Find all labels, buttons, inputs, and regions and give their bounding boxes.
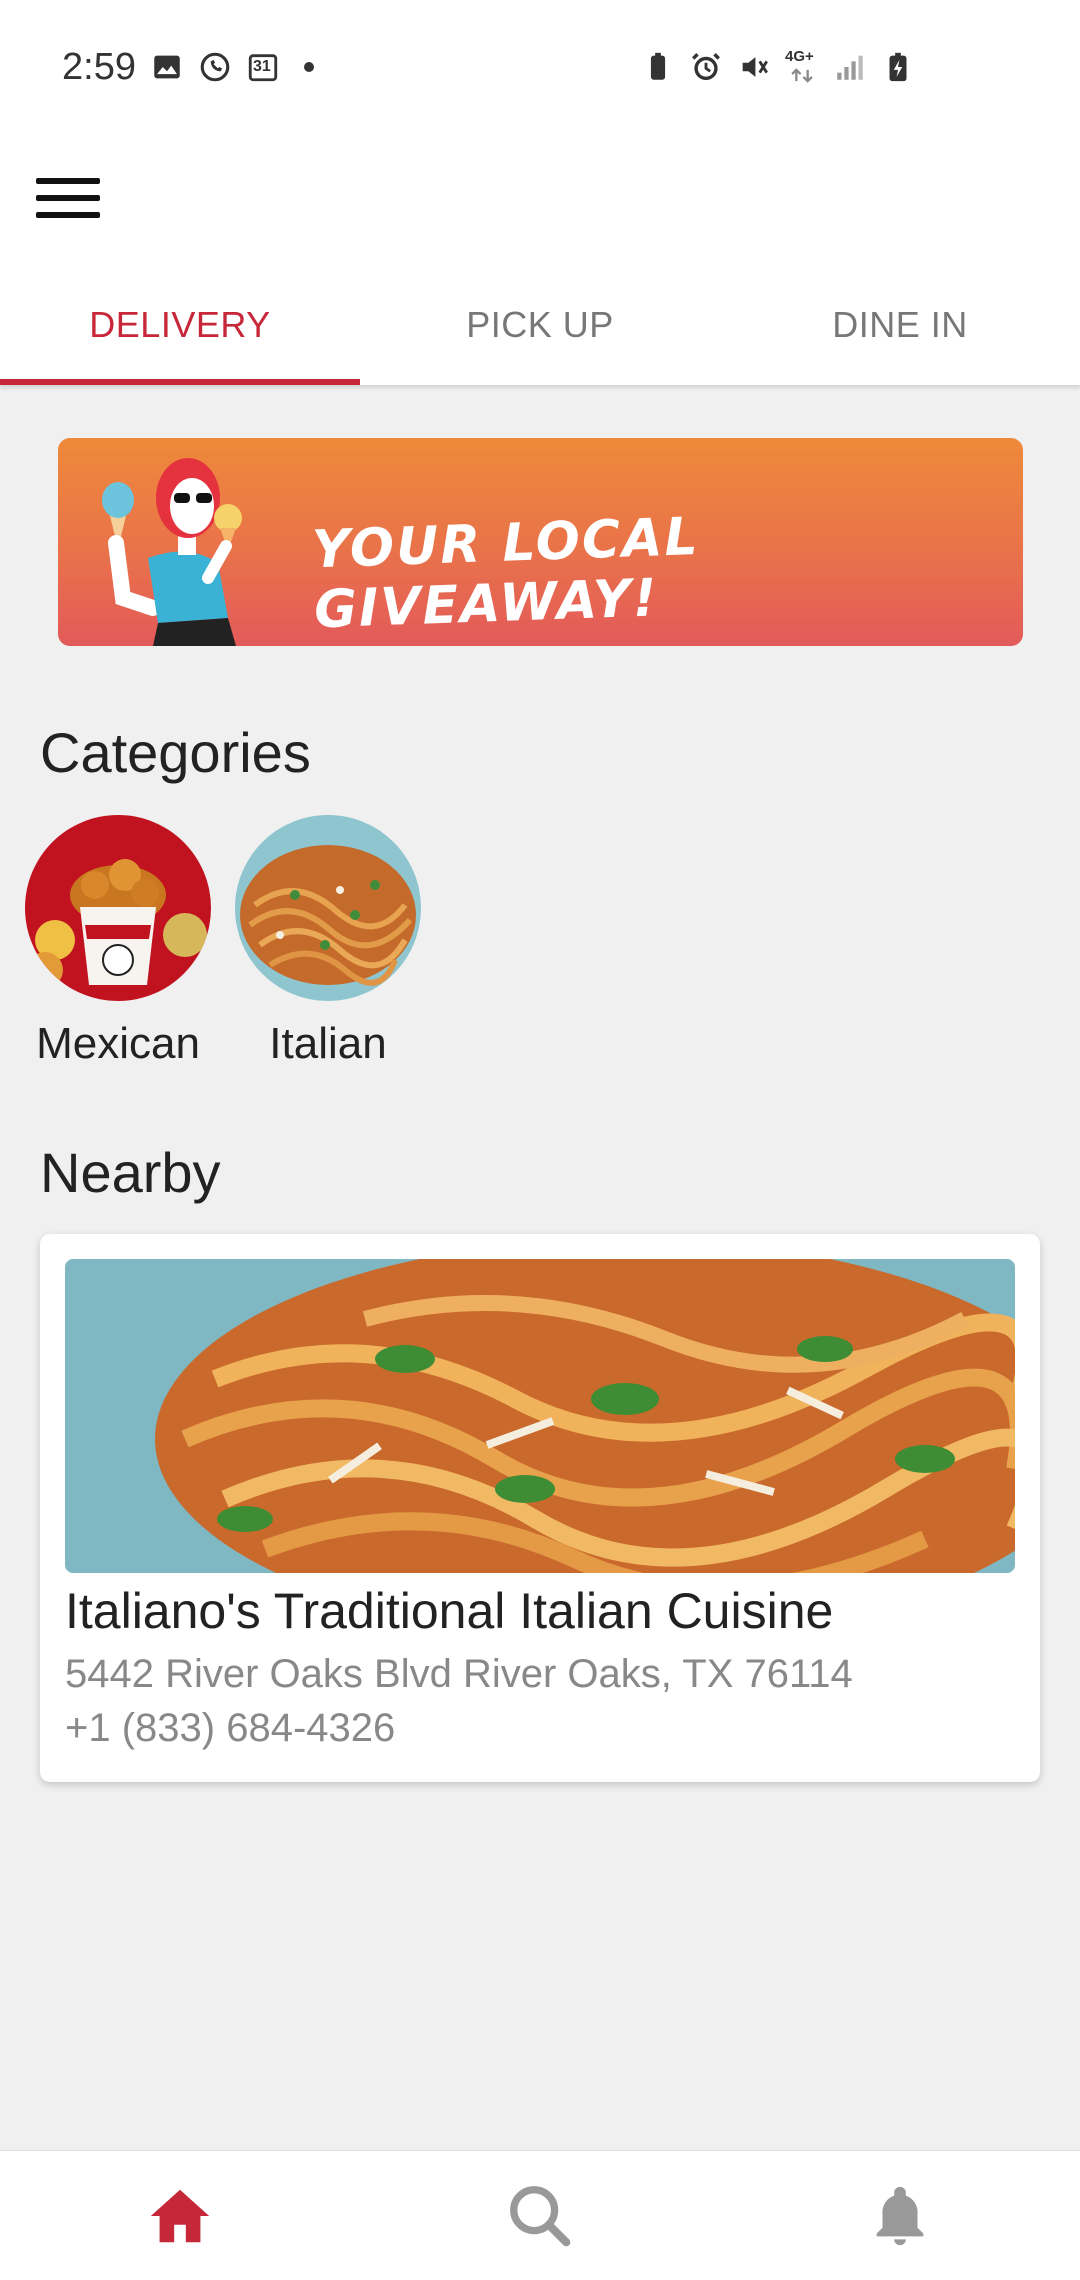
battery-charging-icon	[881, 50, 915, 84]
category-label: Italian	[269, 1019, 387, 1068]
hamburger-menu-icon[interactable]	[34, 162, 104, 232]
tab-dine-in[interactable]: DINE IN	[720, 270, 1080, 385]
notification-dot	[304, 62, 314, 72]
ice-cream-girl-illustration	[102, 458, 242, 646]
bell-icon	[876, 2186, 924, 2245]
category-label: Mexican	[36, 1019, 200, 1068]
restaurant-address: 5442 River Oaks Blvd River Oaks, TX 7611…	[65, 1652, 853, 1696]
app-bar	[0, 140, 1080, 270]
category-mexican[interactable]: Mexican	[18, 815, 218, 1069]
category-italian-image	[235, 815, 421, 1001]
signal-icon	[833, 50, 867, 84]
banner-text: Your Local Giveaway!	[311, 506, 701, 641]
restaurant-card[interactable]: Italiano's Traditional Italian Cuisine 5…	[40, 1234, 1040, 1782]
nearby-title: Nearby	[40, 1141, 221, 1204]
status-time: 2:59	[62, 46, 136, 88]
alarm-icon	[689, 50, 723, 84]
restaurant-image	[65, 1259, 1015, 1573]
search-icon	[510, 2185, 571, 2246]
nav-home[interactable]	[0, 2151, 360, 2280]
network-label: 4G+	[785, 48, 814, 65]
mute-icon	[737, 50, 771, 84]
nav-search[interactable]	[360, 2151, 720, 2280]
status-bar: 2:59 31 4G+	[0, 0, 1080, 140]
calendar-icon: 31	[246, 50, 280, 84]
category-mexican-image	[25, 815, 211, 1001]
battery-saver-icon	[641, 50, 675, 84]
restaurant-phone[interactable]: +1 (833) 684-4326	[65, 1706, 395, 1751]
promo-banner[interactable]: Your Local Giveaway!	[58, 438, 1023, 646]
category-italian[interactable]: Italian	[228, 815, 428, 1069]
network-4g-icon: 4G+	[785, 48, 819, 84]
calendar-day: 31	[253, 58, 271, 75]
bottom-navigation	[0, 2150, 1080, 2280]
restaurant-name: Italiano's Traditional Italian Cuisine	[65, 1583, 834, 1639]
gallery-icon	[150, 50, 184, 84]
home-icon	[150, 2189, 210, 2242]
categories-title: Categories	[40, 721, 311, 784]
tab-pick-up[interactable]: PICK UP	[360, 270, 720, 385]
order-type-tabs: DELIVERY PICK UP DINE IN	[0, 270, 1080, 385]
tab-delivery[interactable]: DELIVERY	[0, 270, 360, 385]
nav-notifications[interactable]	[720, 2151, 1080, 2280]
whatsapp-icon	[198, 50, 232, 84]
